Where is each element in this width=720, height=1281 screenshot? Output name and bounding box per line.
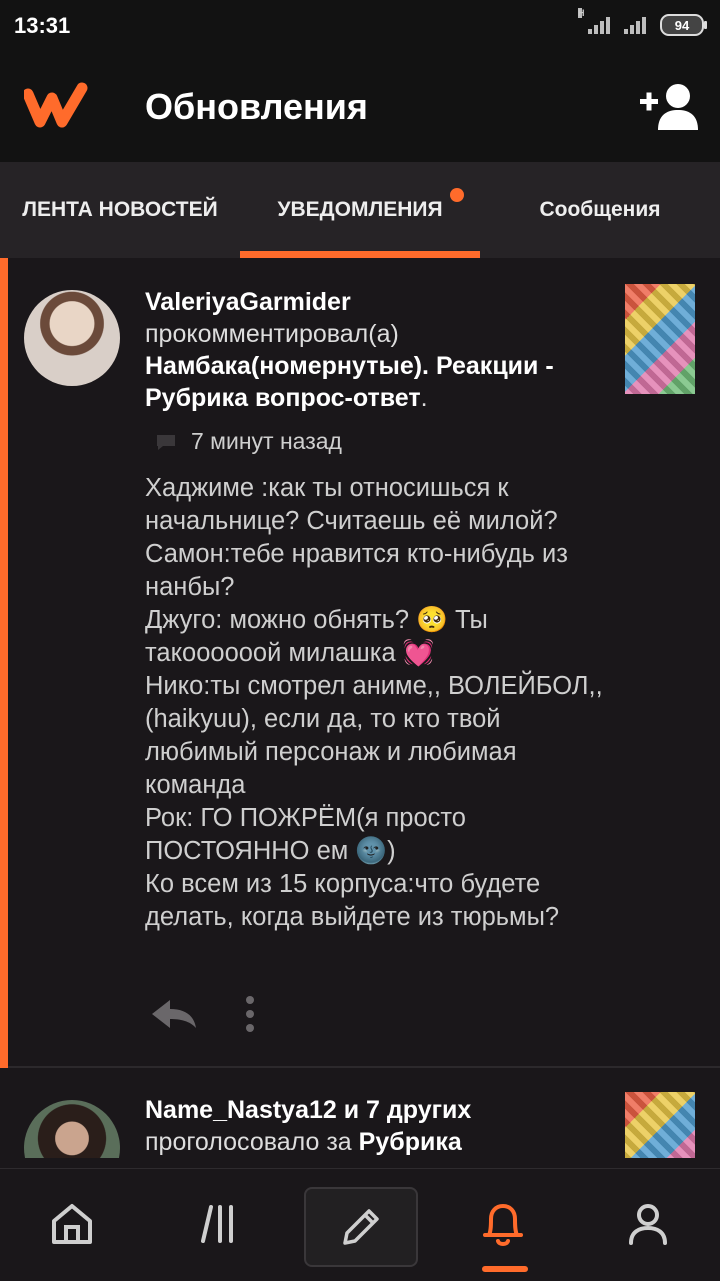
divider (8, 1066, 720, 1068)
nav-notifications[interactable] (458, 1179, 548, 1269)
tab-news-feed[interactable]: ЛЕНТА НОВОСТЕЙ (0, 162, 240, 258)
signal-icon: H (578, 8, 610, 34)
notification-user[interactable]: ValeriyaGarmider (145, 288, 351, 316)
tab-label: УВЕДОМЛЕНИЯ (277, 198, 443, 221)
pencil-icon (343, 1209, 379, 1245)
notification-suffix: . (420, 384, 428, 412)
status-bar: 13:31 H 94 (0, 0, 720, 52)
nav-write[interactable] (304, 1187, 418, 1267)
avatar[interactable] (24, 290, 120, 386)
tab-label: ЛЕНТА НОВОСТЕЙ (22, 198, 218, 221)
reply-icon[interactable] (150, 998, 198, 1030)
avatar[interactable] (24, 1100, 120, 1158)
more-options-icon[interactable] (238, 993, 262, 1035)
notifications-list: ValeriyaGarmider прокомментировал(а) Нам… (0, 258, 720, 1158)
notification-action: проголосовало за (145, 1128, 352, 1156)
story-cover[interactable] (625, 1092, 695, 1158)
tab-notifications[interactable]: УВЕДОМЛЕНИЯ (240, 162, 480, 258)
page-title: Обновления (145, 86, 368, 127)
status-indicators: H 94 (578, 8, 707, 36)
nav-home[interactable] (27, 1179, 117, 1269)
unread-dot (450, 188, 464, 202)
notification-user[interactable]: Name_Nastya12 и 7 других (145, 1096, 471, 1124)
battery-level: 94 (674, 17, 690, 33)
home-icon (52, 1204, 92, 1244)
signal-icon-2 (624, 16, 646, 34)
story-cover[interactable] (625, 284, 695, 394)
tab-label: Сообщения (539, 198, 661, 221)
notification-header[interactable]: Name_Nastya12 и 7 других проголосовало з… (145, 1094, 605, 1158)
status-time: 13:31 (14, 13, 71, 38)
bell-icon (483, 1204, 523, 1246)
network-type: H (578, 8, 585, 18)
notification-action: прокомментировал(а) (145, 320, 399, 348)
tab-bar: ЛЕНТА НОВОСТЕЙ УВЕДОМЛЕНИЯ Сообщения (0, 162, 720, 258)
notification-story[interactable]: Рубрика (359, 1128, 462, 1156)
notification-story[interactable]: Намбака(номернутые). Реакции - Рубрика в… (145, 352, 554, 412)
notification-meta: 7 минут назад (155, 428, 342, 455)
nav-library[interactable] (173, 1179, 263, 1269)
unread-indicator (0, 258, 8, 1068)
comment-text: Хаджиме :как ты относишься к начальнице?… (145, 474, 603, 931)
add-user-icon[interactable] (640, 82, 698, 130)
comment-icon (157, 434, 175, 450)
active-nav-indicator (482, 1266, 528, 1272)
nav-profile[interactable] (603, 1179, 693, 1269)
battery-icon: 94 (660, 14, 707, 36)
library-icon (201, 1205, 233, 1243)
notification-time: 7 минут назад (191, 428, 342, 454)
wattpad-logo-icon[interactable] (24, 82, 90, 132)
tab-messages[interactable]: Сообщения (480, 162, 720, 258)
app-bar: Обновления (0, 52, 720, 162)
notification-header[interactable]: ValeriyaGarmider прокомментировал(а) Нам… (145, 286, 605, 414)
bottom-navigation (0, 1168, 720, 1281)
profile-icon (629, 1204, 667, 1245)
active-tab-indicator (240, 251, 480, 258)
